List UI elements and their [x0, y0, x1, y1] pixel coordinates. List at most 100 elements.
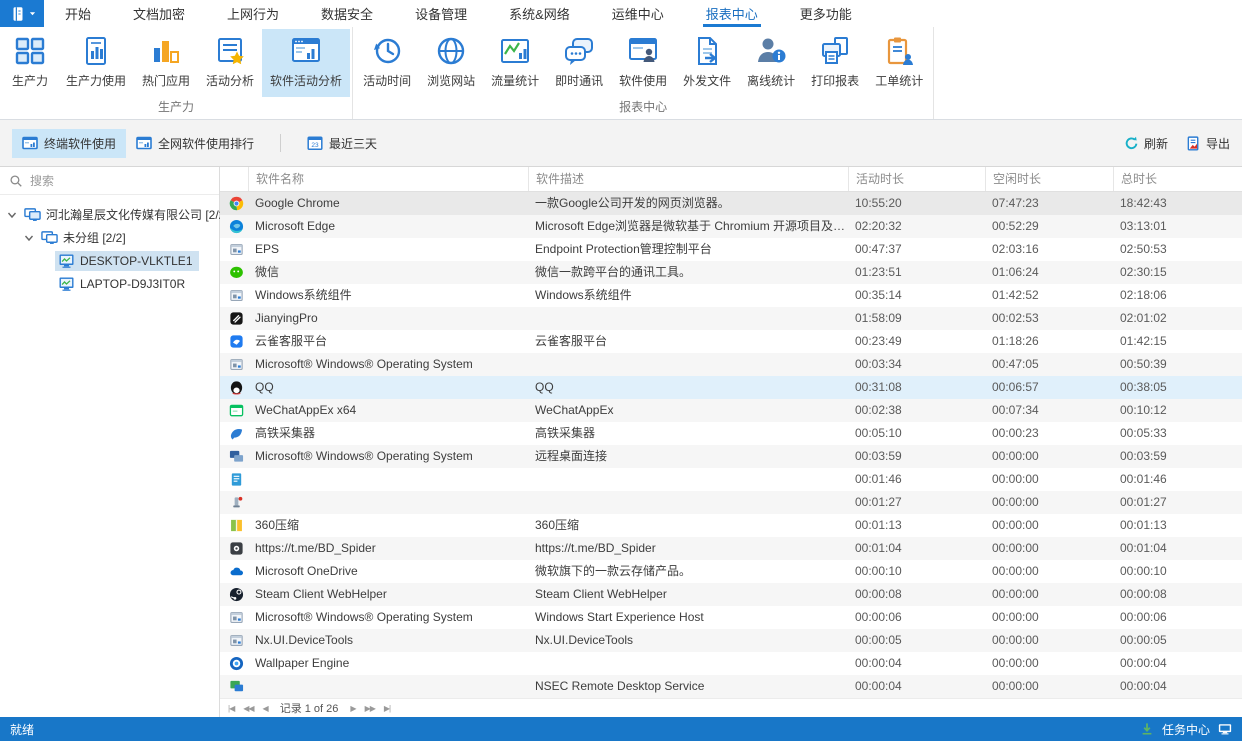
column-header[interactable]: 空闲时长 — [985, 167, 1113, 191]
table-row[interactable]: Microsoft® Windows® Operating System远程桌面… — [220, 445, 1242, 468]
menu-item-8[interactable]: 报表中心 — [685, 0, 779, 27]
menu-item-2[interactable]: 文档加密 — [112, 0, 206, 27]
ribbon-button[interactable]: 即时通讯 — [547, 29, 611, 97]
tree-node-2[interactable]: 未分组 [2/2] — [0, 226, 219, 249]
tray-monitor-icon[interactable] — [1218, 722, 1232, 736]
ribbon-button[interactable]: 生产力 — [2, 29, 58, 97]
idle-duration: 00:00:00 — [985, 560, 1113, 583]
table-row[interactable]: 微信微信一款跨平台的通讯工具。01:23:5101:06:2402:30:15 — [220, 261, 1242, 284]
software-desc: Steam Client WebHelper — [528, 583, 848, 606]
menu-item-1[interactable]: 开始 — [44, 0, 112, 27]
dropdown-caret-icon — [29, 10, 36, 17]
app-icon-cell — [220, 468, 248, 491]
table-row[interactable]: 360压缩360压缩00:01:1300:00:0000:01:13 — [220, 514, 1242, 537]
tree-node-1[interactable]: 河北瀚星辰文化传媒有限公司 [2/2] — [0, 203, 219, 226]
search-input[interactable] — [30, 174, 210, 188]
ribbon-button[interactable]: 活动分析 — [198, 29, 262, 97]
table-row[interactable]: Windows系统组件Windows系统组件00:35:1401:42:5202… — [220, 284, 1242, 307]
menu-item-4[interactable]: 数据安全 — [300, 0, 394, 27]
edge-icon — [229, 219, 244, 234]
window-chart-icon — [290, 35, 322, 67]
task-center-link[interactable]: 任务中心 — [1162, 721, 1210, 738]
menu-item-3[interactable]: 上网行为 — [206, 0, 300, 27]
table-row[interactable]: 00:01:2700:00:0000:01:27 — [220, 491, 1242, 514]
pager-next-3[interactable]: ▶| — [384, 704, 390, 713]
table-row[interactable]: 高铁采集器高铁采集器00:05:1000:00:2300:05:33 — [220, 422, 1242, 445]
column-header[interactable]: 软件描述 — [528, 167, 848, 191]
app-menu-button[interactable] — [0, 0, 44, 27]
ribbon-button[interactable]: 离线统计 — [739, 29, 803, 97]
status-text: 就绪 — [10, 721, 34, 738]
ribbon-button[interactable]: 工单统计 — [867, 29, 931, 97]
table-row[interactable]: 00:01:4600:00:0000:01:46 — [220, 468, 1242, 491]
table-row[interactable]: Steam Client WebHelperSteam Client WebHe… — [220, 583, 1242, 606]
ribbon-button[interactable]: 打印报表 — [803, 29, 867, 97]
view-tab-2[interactable]: 全网软件使用排行 — [126, 129, 264, 158]
table-row[interactable]: EPSEndpoint Protection管理控制平台00:47:3702:0… — [220, 238, 1242, 261]
table-row[interactable]: Google Chrome一款Google公司开发的网页浏览器。10:55:20… — [220, 192, 1242, 215]
ribbon-button[interactable]: 流量统计 — [483, 29, 547, 97]
total-duration: 00:05:33 — [1113, 422, 1242, 445]
pager-prev-2[interactable]: ◀◀ — [243, 704, 253, 713]
globe-icon — [435, 35, 467, 67]
ribbon-button-label: 工单统计 — [875, 72, 923, 89]
app-icon-cell — [220, 422, 248, 445]
table-row[interactable]: Microsoft® Windows® Operating System00:0… — [220, 353, 1242, 376]
pager-prev-3[interactable]: ◀ — [263, 704, 268, 713]
ribbon-button[interactable]: 生产力使用 — [58, 29, 134, 97]
column-header[interactable]: 总时长 — [1113, 167, 1242, 191]
table-row[interactable]: Microsoft OneDrive微软旗下的一款云存储产品。00:00:100… — [220, 560, 1242, 583]
menu-item-9[interactable]: 更多功能 — [779, 0, 873, 27]
refresh-button[interactable]: 刷新 — [1124, 135, 1168, 152]
table-row[interactable]: https://t.me/BD_Spiderhttps://t.me/BD_Sp… — [220, 537, 1242, 560]
ribbon-button[interactable]: 热门应用 — [134, 29, 198, 97]
tree-node-3[interactable]: DESKTOP-VLKTLE1 — [0, 249, 219, 272]
expander-chevron-icon[interactable] — [23, 232, 35, 244]
software-desc — [528, 468, 848, 491]
software-desc: https://t.me/BD_Spider — [528, 537, 848, 560]
software-name: Microsoft Edge — [248, 215, 528, 238]
ribbon-button[interactable]: 软件活动分析 — [262, 29, 350, 97]
table-row[interactable]: Microsoft® Windows® Operating SystemWind… — [220, 606, 1242, 629]
active-duration: 00:01:46 — [848, 468, 985, 491]
pager-prev-1[interactable]: |◀ — [228, 704, 234, 713]
pager-next-2[interactable]: ▶▶ — [365, 704, 375, 713]
app-icon-cell — [220, 652, 248, 675]
table-row[interactable]: Nx.UI.DeviceToolsNx.UI.DeviceTools00:00:… — [220, 629, 1242, 652]
ribbon-button[interactable]: 活动时间 — [355, 29, 419, 97]
export-button[interactable]: 导出 — [1186, 135, 1230, 152]
table-row[interactable]: NSEC Remote Desktop Service00:00:0400:00… — [220, 675, 1242, 698]
menu-item-5[interactable]: 设备管理 — [394, 0, 488, 27]
table-row[interactable]: JianyingPro01:58:0900:02:5302:01:02 — [220, 307, 1242, 330]
action-label: 刷新 — [1144, 135, 1168, 152]
software-name — [248, 468, 528, 491]
ribbon-button[interactable]: 浏览网站 — [419, 29, 483, 97]
software-desc: Windows Start Experience Host — [528, 606, 848, 629]
view-tab-3[interactable]: 最近三天 — [297, 129, 387, 158]
ribbon-button-label: 热门应用 — [142, 72, 190, 89]
ribbon-button[interactable]: 软件使用 — [611, 29, 675, 97]
view-tab-1[interactable]: 终端软件使用 — [12, 129, 126, 158]
table-row[interactable]: Wallpaper Engine00:00:0400:00:0000:00:04 — [220, 652, 1242, 675]
column-header[interactable]: 软件名称 — [248, 167, 528, 191]
search-box[interactable] — [0, 167, 219, 195]
table-row[interactable]: Microsoft EdgeMicrosoft Edge浏览器是微软基于 Chr… — [220, 215, 1242, 238]
menu-item-6[interactable]: 系统&网络 — [488, 0, 591, 27]
column-header-icon — [220, 167, 248, 191]
download-icon[interactable] — [1140, 722, 1154, 736]
column-header[interactable]: 活动时长 — [848, 167, 985, 191]
table-row[interactable]: QQQQ00:31:0800:06:5700:38:05 — [220, 376, 1242, 399]
toolbar-separator — [280, 134, 281, 152]
sidebar: 河北瀚星辰文化传媒有限公司 [2/2]未分组 [2/2]DESKTOP-VLKT… — [0, 167, 220, 717]
expander-chevron-icon[interactable] — [6, 209, 18, 221]
menu-item-7[interactable]: 运维中心 — [591, 0, 685, 27]
tree-node-4[interactable]: LAPTOP-D9J3IT0R — [0, 272, 219, 295]
table-row[interactable]: WeChatAppEx x64WeChatAppEx00:02:3800:07:… — [220, 399, 1242, 422]
active-duration: 00:31:08 — [848, 376, 985, 399]
pager-next-1[interactable]: ▶ — [350, 704, 355, 713]
menubar: 开始文档加密上网行为数据安全设备管理系统&网络运维中心报表中心更多功能 — [0, 0, 1242, 27]
table-row[interactable]: 云雀客服平台云雀客服平台00:23:4901:18:2601:42:15 — [220, 330, 1242, 353]
active-duration: 00:23:49 — [848, 330, 985, 353]
ribbon-button[interactable]: 外发文件 — [675, 29, 739, 97]
active-duration: 00:35:14 — [848, 284, 985, 307]
